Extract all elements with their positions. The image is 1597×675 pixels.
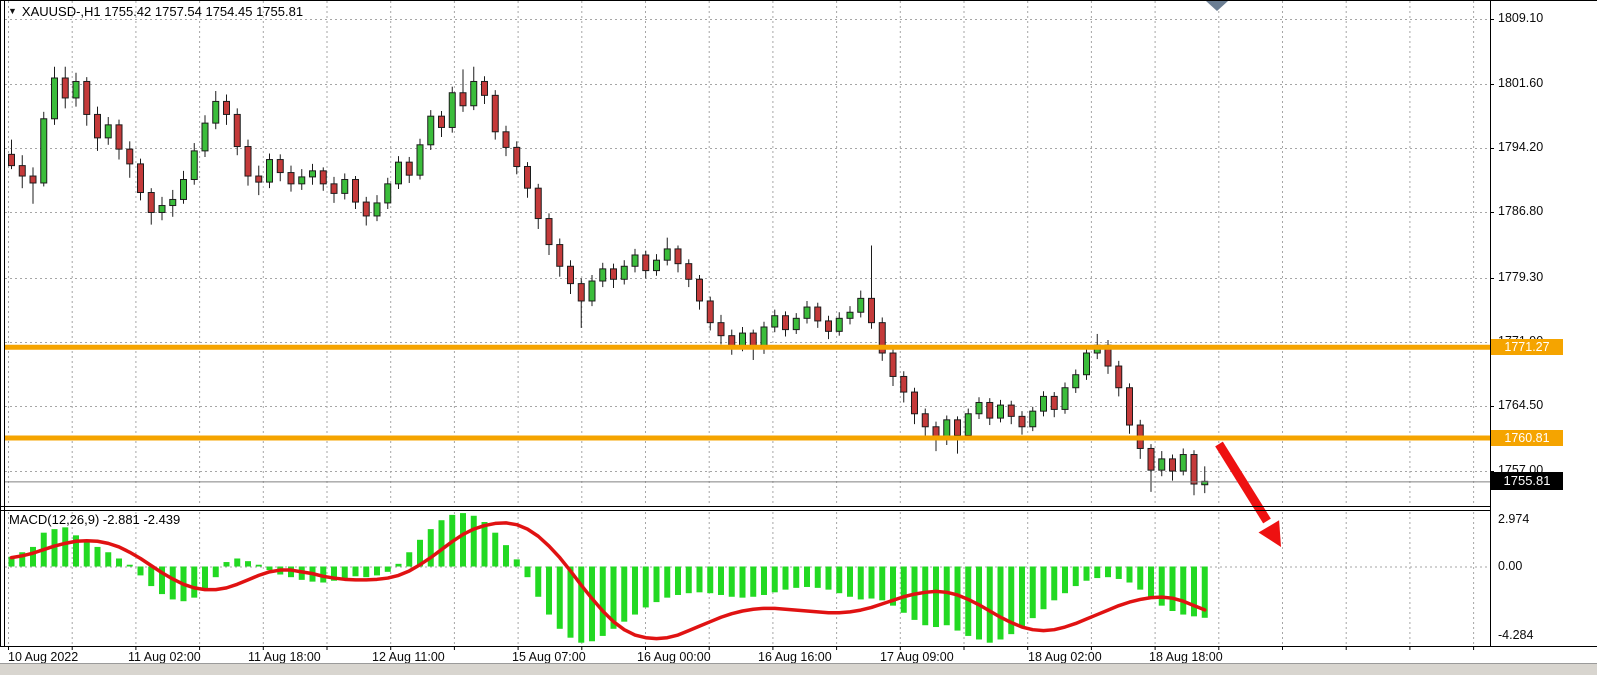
price-axis-label: 1801.60 [1498,76,1543,90]
trend-down-arrow-annotation[interactable] [1219,444,1281,547]
macd-signal-line [12,523,1205,639]
symbol-ohlc-text: XAUUSD-,H1 1755.42 1757.54 1754.45 1755.… [22,4,303,19]
chart-canvas[interactable] [0,0,1597,675]
macd-axis-label: -4.284 [1498,628,1533,642]
time-axis-label: 15 Aug 07:00 [512,650,586,664]
time-axis-label: 10 Aug 2022 [8,650,78,664]
symbol-dropdown-icon[interactable]: ▼ [8,7,17,16]
time-axis-label: 18 Aug 18:00 [1149,650,1223,664]
price-axis-label: 1779.30 [1498,270,1543,284]
window-bottom-edge [0,663,1597,675]
time-axis-label: 11 Aug 18:00 [248,650,321,664]
time-axis-label: 17 Aug 09:00 [880,650,954,664]
price-axis-label: 1809.10 [1498,11,1543,25]
chart-shift-marker-icon[interactable] [1206,1,1228,11]
macd-axis-label: 2.974 [1498,512,1529,526]
time-axis-label: 18 Aug 02:00 [1028,650,1102,664]
grid-lines [5,1,1494,650]
trading-chart-window: { "header": { "dropdown_icon": "▼", "sym… [0,0,1597,675]
price-line-badge-lower: 1760.81 [1491,430,1563,446]
time-axis-label: 16 Aug 16:00 [758,650,832,664]
time-axis-label: 16 Aug 00:00 [637,650,711,664]
symbol-title: ▼ XAUUSD-,H1 1755.42 1757.54 1754.45 175… [8,4,303,19]
macd-axis-label: 0.00 [1498,559,1522,573]
price-axis-label: 1786.80 [1498,204,1543,218]
price-axis-label: 1794.20 [1498,140,1543,154]
price-line-badge-upper: 1771.27 [1491,339,1563,355]
price-axis-label: 1764.50 [1498,398,1543,412]
time-axis-label: 11 Aug 02:00 [128,650,201,664]
current-price-badge: 1755.81 [1491,472,1563,490]
macd-indicator-label: MACD(12,26,9) -2.881 -2.439 [9,512,180,527]
time-axis-label: 12 Aug 11:00 [372,650,445,664]
horizontal-price-lines[interactable] [5,347,1490,438]
